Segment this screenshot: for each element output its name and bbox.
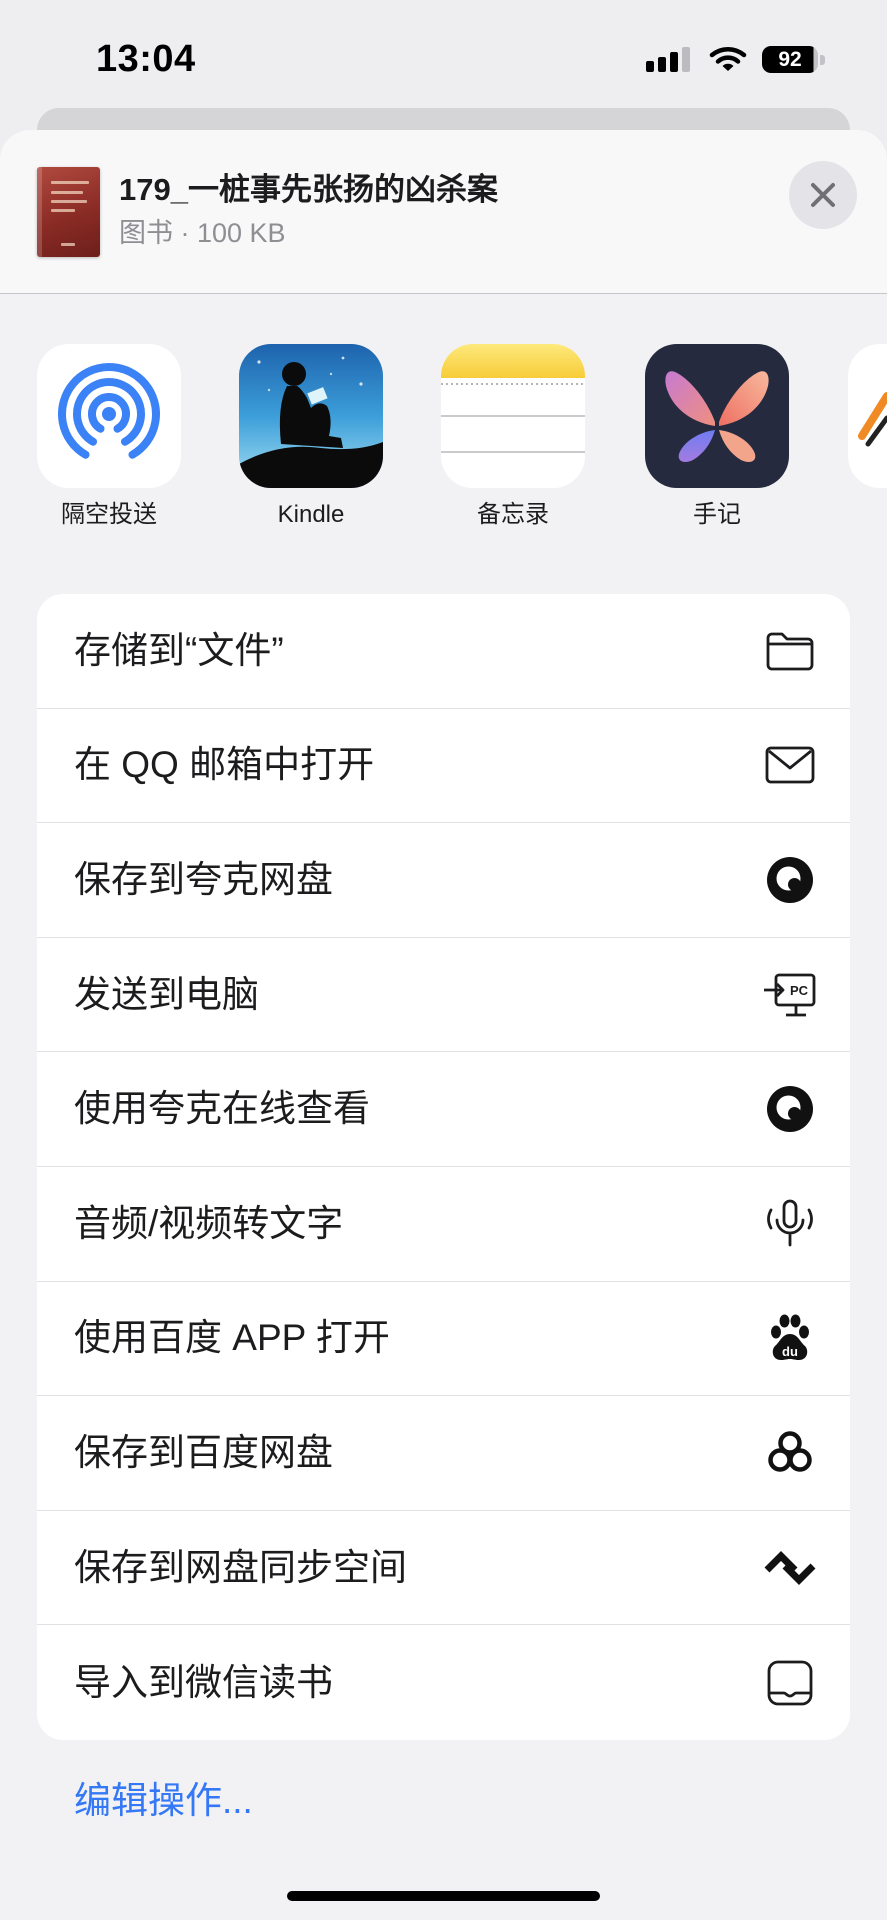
- signal-bar: [682, 47, 690, 72]
- thumbnail-spine: [37, 167, 42, 257]
- action-send-to-pc[interactable]: 发送到电脑 PC: [37, 938, 850, 1053]
- action-label: 音频/视频转文字: [74, 1202, 344, 1244]
- sync-space-icon: [764, 1550, 816, 1585]
- edit-actions-link[interactable]: 编辑操作...: [74, 1779, 253, 1823]
- quark-icon: [767, 856, 813, 903]
- folder-icon: [766, 632, 814, 671]
- signal-bar: [658, 57, 666, 72]
- status-time: 13:04: [96, 38, 196, 80]
- app-icon-partial: [858, 392, 887, 447]
- app-journal[interactable]: [645, 344, 789, 488]
- action-view-in-quark[interactable]: 使用夸克在线查看: [37, 1052, 850, 1167]
- action-open-in-qq-mail[interactable]: 在 QQ 邮箱中打开: [37, 709, 850, 824]
- file-subtitle: 图书 · 100 KB: [119, 218, 286, 248]
- quark-icon: [767, 1086, 813, 1133]
- pc-icon: PC: [764, 973, 816, 1016]
- wechat-read-icon: [767, 1660, 813, 1706]
- app-airdrop[interactable]: [37, 344, 181, 488]
- home-indicator[interactable]: [287, 1891, 600, 1901]
- app-label-notes: 备忘录: [477, 501, 549, 528]
- close-icon: [811, 183, 835, 207]
- action-label: 发送到电脑: [74, 973, 259, 1015]
- journal-icon: [645, 344, 789, 488]
- action-label: 导入到微信读书: [74, 1661, 333, 1703]
- action-label: 保存到百度网盘: [74, 1431, 333, 1473]
- action-open-in-baidu[interactable]: 使用百度 APP 打开 du: [37, 1282, 850, 1397]
- svg-text:PC: PC: [790, 983, 809, 998]
- action-list: 存储到“文件” 在 QQ 邮箱中打开 保存到夸克网盘 发送到电脑 PC 使用夸克…: [37, 594, 850, 1740]
- app-partial[interactable]: [848, 344, 887, 488]
- action-label: 使用夸克在线查看: [74, 1088, 370, 1130]
- action-label: 保存到网盘同步空间: [74, 1546, 407, 1588]
- file-title: 179_一桩事先张扬的凶杀案: [119, 172, 498, 207]
- svg-text:du: du: [782, 1344, 798, 1359]
- app-label-kindle: Kindle: [277, 501, 345, 528]
- action-save-to-quark[interactable]: 保存到夸克网盘: [37, 823, 850, 938]
- thumbnail-line: [51, 200, 87, 203]
- action-save-to-baidu-netdisk[interactable]: 保存到百度网盘: [37, 1396, 850, 1511]
- book-cover-thumbnail: [37, 167, 100, 257]
- action-save-to-files[interactable]: 存储到“文件”: [37, 594, 850, 709]
- mail-icon: [765, 746, 815, 784]
- kindle-icon: [239, 344, 383, 488]
- action-label: 在 QQ 邮箱中打开: [74, 744, 375, 786]
- share-sheet-header: [0, 130, 887, 294]
- baidu-icon: du: [771, 1314, 809, 1361]
- close-button[interactable]: [789, 161, 857, 229]
- baidu-netdisk-icon: [768, 1431, 812, 1472]
- thumbnail-line: [61, 243, 75, 246]
- signal-bar: [646, 61, 654, 72]
- battery-cap: [820, 55, 825, 65]
- action-label: 使用百度 APP 打开: [74, 1317, 390, 1359]
- action-import-to-wechat-read[interactable]: 导入到微信读书: [37, 1625, 850, 1740]
- signal-bar: [670, 52, 678, 72]
- app-kindle[interactable]: [239, 344, 383, 488]
- airdrop-icon: [58, 363, 160, 459]
- action-label: 存储到“文件”: [74, 629, 284, 671]
- notes-icon: [441, 344, 585, 488]
- action-audio-video-to-text[interactable]: 音频/视频转文字: [37, 1167, 850, 1282]
- cellular-signal-icon: [646, 46, 692, 72]
- app-label-journal: 手记: [693, 501, 741, 528]
- action-save-to-sync-space[interactable]: 保存到网盘同步空间: [37, 1511, 850, 1626]
- battery-body: 92: [762, 46, 818, 73]
- thumbnail-line: [51, 191, 83, 194]
- thumbnail-line: [51, 209, 75, 212]
- wifi-icon: [709, 47, 747, 71]
- microphone-icon: [767, 1199, 813, 1247]
- thumbnail-line: [51, 181, 89, 184]
- app-notes[interactable]: [441, 344, 585, 488]
- action-label: 保存到夸克网盘: [74, 858, 333, 900]
- app-label-airdrop: 隔空投送: [61, 501, 157, 528]
